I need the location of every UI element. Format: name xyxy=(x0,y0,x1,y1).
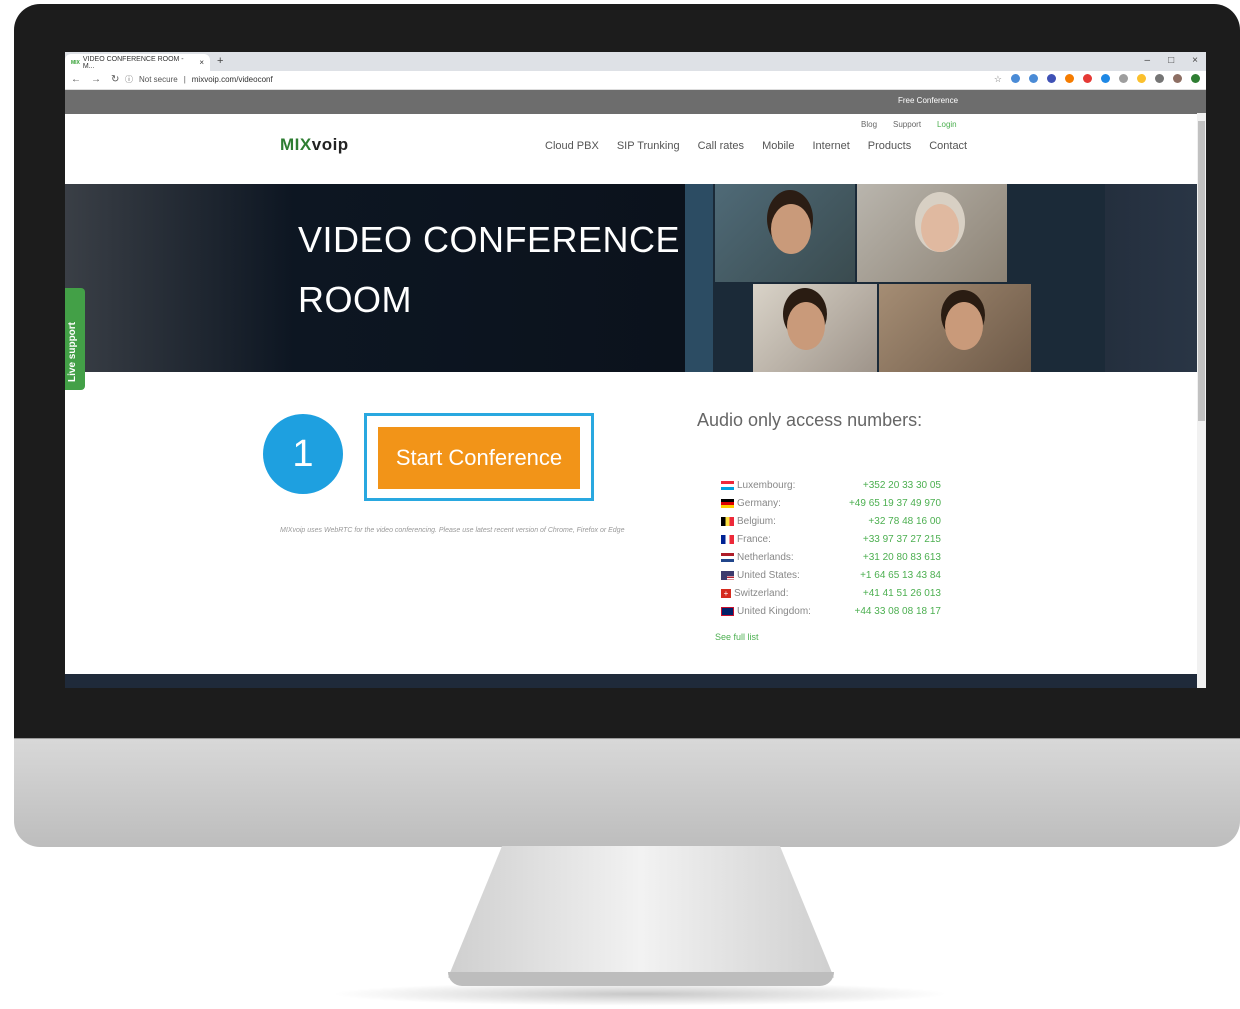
monitor-stand-base xyxy=(448,972,834,986)
extension-icon[interactable] xyxy=(1101,74,1110,83)
phone-number[interactable]: +33 97 37 27 215 xyxy=(863,534,941,545)
list-item: Netherlands: +31 20 80 83 613 xyxy=(721,548,941,566)
audio-heading: Audio only access numbers: xyxy=(697,410,923,430)
see-full-list-link[interactable]: See full list xyxy=(715,632,759,642)
back-arrow-icon[interactable]: ← xyxy=(71,74,81,85)
france-flag-icon xyxy=(721,534,734,544)
star-icon[interactable]: ☆ xyxy=(994,74,1002,85)
page-title: VIDEO CONFERENCE ROOM xyxy=(298,219,681,320)
extension-icons: ☆ xyxy=(994,74,1200,85)
info-icon: ⓘ xyxy=(125,75,133,84)
step-marker: 1 xyxy=(263,414,343,494)
list-item: France: +33 97 37 27 215 xyxy=(721,530,941,548)
support-link[interactable]: Support xyxy=(893,120,921,129)
phone-number[interactable]: +49 65 19 37 49 970 xyxy=(849,498,941,509)
utility-links: Blog Support Login xyxy=(861,120,957,129)
extension-icon[interactable] xyxy=(1191,74,1200,83)
blog-link[interactable]: Blog xyxy=(861,120,877,129)
main-content: 1 Start Conference MIXvoip uses WebRTC f… xyxy=(65,372,1206,672)
page-footer xyxy=(65,674,1206,688)
scrollbar-thumb[interactable] xyxy=(1198,121,1205,421)
security-label: Not secure xyxy=(139,75,178,84)
hero-banner: VIDEO CONFERENCE ROOM xyxy=(65,184,1206,372)
main-nav: Cloud PBX SIP Trunking Call rates Mobile… xyxy=(545,140,967,152)
start-conference-button[interactable]: Start Conference xyxy=(378,427,580,489)
forward-arrow-icon[interactable]: → xyxy=(91,74,101,85)
monitor-stand xyxy=(448,846,834,978)
browser-note: MIXvoip uses WebRTC for the video confer… xyxy=(280,527,625,534)
phone-number[interactable]: +352 20 33 30 05 xyxy=(863,480,941,491)
list-item: United Kingdom: +44 33 08 08 18 17 xyxy=(721,602,941,620)
list-item: Germany: +49 65 19 37 49 970 xyxy=(721,494,941,512)
phone-number[interactable]: +44 33 08 08 18 17 xyxy=(855,606,941,617)
extension-icon[interactable] xyxy=(1029,74,1038,83)
nav-item-call-rates[interactable]: Call rates xyxy=(698,140,744,152)
video-call-image xyxy=(685,184,1105,372)
list-item: Luxembourg: +352 20 33 30 05 xyxy=(721,476,941,494)
nav-item-mobile[interactable]: Mobile xyxy=(762,140,794,152)
mixvoip-logo[interactable]: MIXvoip xyxy=(280,135,349,155)
extension-icon[interactable] xyxy=(1047,74,1056,83)
access-numbers-list: Luxembourg: +352 20 33 30 05 Germany: +4… xyxy=(721,476,941,620)
close-window-button[interactable]: × xyxy=(1192,55,1198,66)
maximize-button[interactable]: □ xyxy=(1168,55,1174,66)
nav-item-contact[interactable]: Contact xyxy=(929,140,967,152)
login-link[interactable]: Login xyxy=(937,120,957,129)
browser-tab[interactable]: MIX VIDEO CONFERENCE ROOM - M... × xyxy=(65,54,210,71)
nav-buttons: ← → ↻ xyxy=(71,74,119,85)
extension-icon[interactable] xyxy=(1137,74,1146,83)
nav-item-products[interactable]: Products xyxy=(868,140,911,152)
phone-number[interactable]: +31 20 80 83 613 xyxy=(863,552,941,563)
nav-item-sip-trunking[interactable]: SIP Trunking xyxy=(617,140,680,152)
tab-title: VIDEO CONFERENCE ROOM - M... xyxy=(82,55,184,70)
germany-flag-icon xyxy=(721,498,734,508)
reload-icon[interactable]: ↻ xyxy=(111,74,119,85)
window-controls: – □ × xyxy=(1145,55,1198,66)
site-header: Blog Support Login MIXvoip Cloud PBX SIP… xyxy=(65,114,1206,174)
minimize-button[interactable]: – xyxy=(1145,55,1151,66)
browser-window: MIX VIDEO CONFERENCE ROOM - M... × + – □… xyxy=(65,52,1206,688)
belgium-flag-icon xyxy=(721,516,734,526)
extension-icon[interactable] xyxy=(1011,74,1020,83)
close-tab-icon[interactable]: × xyxy=(199,58,204,67)
url-field[interactable]: ⓘ Not secure | mixvoip.com/videoconf xyxy=(125,74,273,85)
phone-number[interactable]: +32 78 48 16 00 xyxy=(868,516,941,527)
extension-icon[interactable] xyxy=(1155,74,1164,83)
tab-bar: MIX VIDEO CONFERENCE ROOM - M... × + – □… xyxy=(65,52,1206,71)
nav-item-internet[interactable]: Internet xyxy=(812,140,849,152)
netherlands-flag-icon xyxy=(721,552,734,562)
list-item: United States: +1 64 65 13 43 84 xyxy=(721,566,941,584)
list-item: + Switzerland: +41 41 51 26 013 xyxy=(721,584,941,602)
avatar[interactable] xyxy=(1173,74,1182,83)
monitor-chin xyxy=(14,738,1240,847)
phone-number[interactable]: +41 41 51 26 013 xyxy=(863,588,941,599)
address-bar: ← → ↻ ⓘ Not secure | mixvoip.com/videoco… xyxy=(65,71,1206,90)
scrollbar[interactable] xyxy=(1197,113,1206,688)
extension-icon[interactable] xyxy=(1065,74,1074,83)
nav-item-cloud-pbx[interactable]: Cloud PBX xyxy=(545,140,599,152)
url-text: mixvoip.com/videoconf xyxy=(191,75,273,84)
free-conference-link[interactable]: Free Conference xyxy=(898,96,958,105)
switzerland-flag-icon: + xyxy=(721,588,731,598)
luxembourg-flag-icon xyxy=(721,480,734,490)
extension-icon[interactable] xyxy=(1083,74,1092,83)
phone-number[interactable]: +1 64 65 13 43 84 xyxy=(860,570,941,581)
usa-flag-icon xyxy=(721,570,734,580)
new-tab-button[interactable]: + xyxy=(217,55,223,67)
uk-flag-icon xyxy=(721,606,734,616)
list-item: Belgium: +32 78 48 16 00 xyxy=(721,512,941,530)
site-favicon-icon: MIX xyxy=(71,59,80,66)
extension-icon[interactable] xyxy=(1119,74,1128,83)
top-strip: Free Conference xyxy=(65,90,1206,114)
